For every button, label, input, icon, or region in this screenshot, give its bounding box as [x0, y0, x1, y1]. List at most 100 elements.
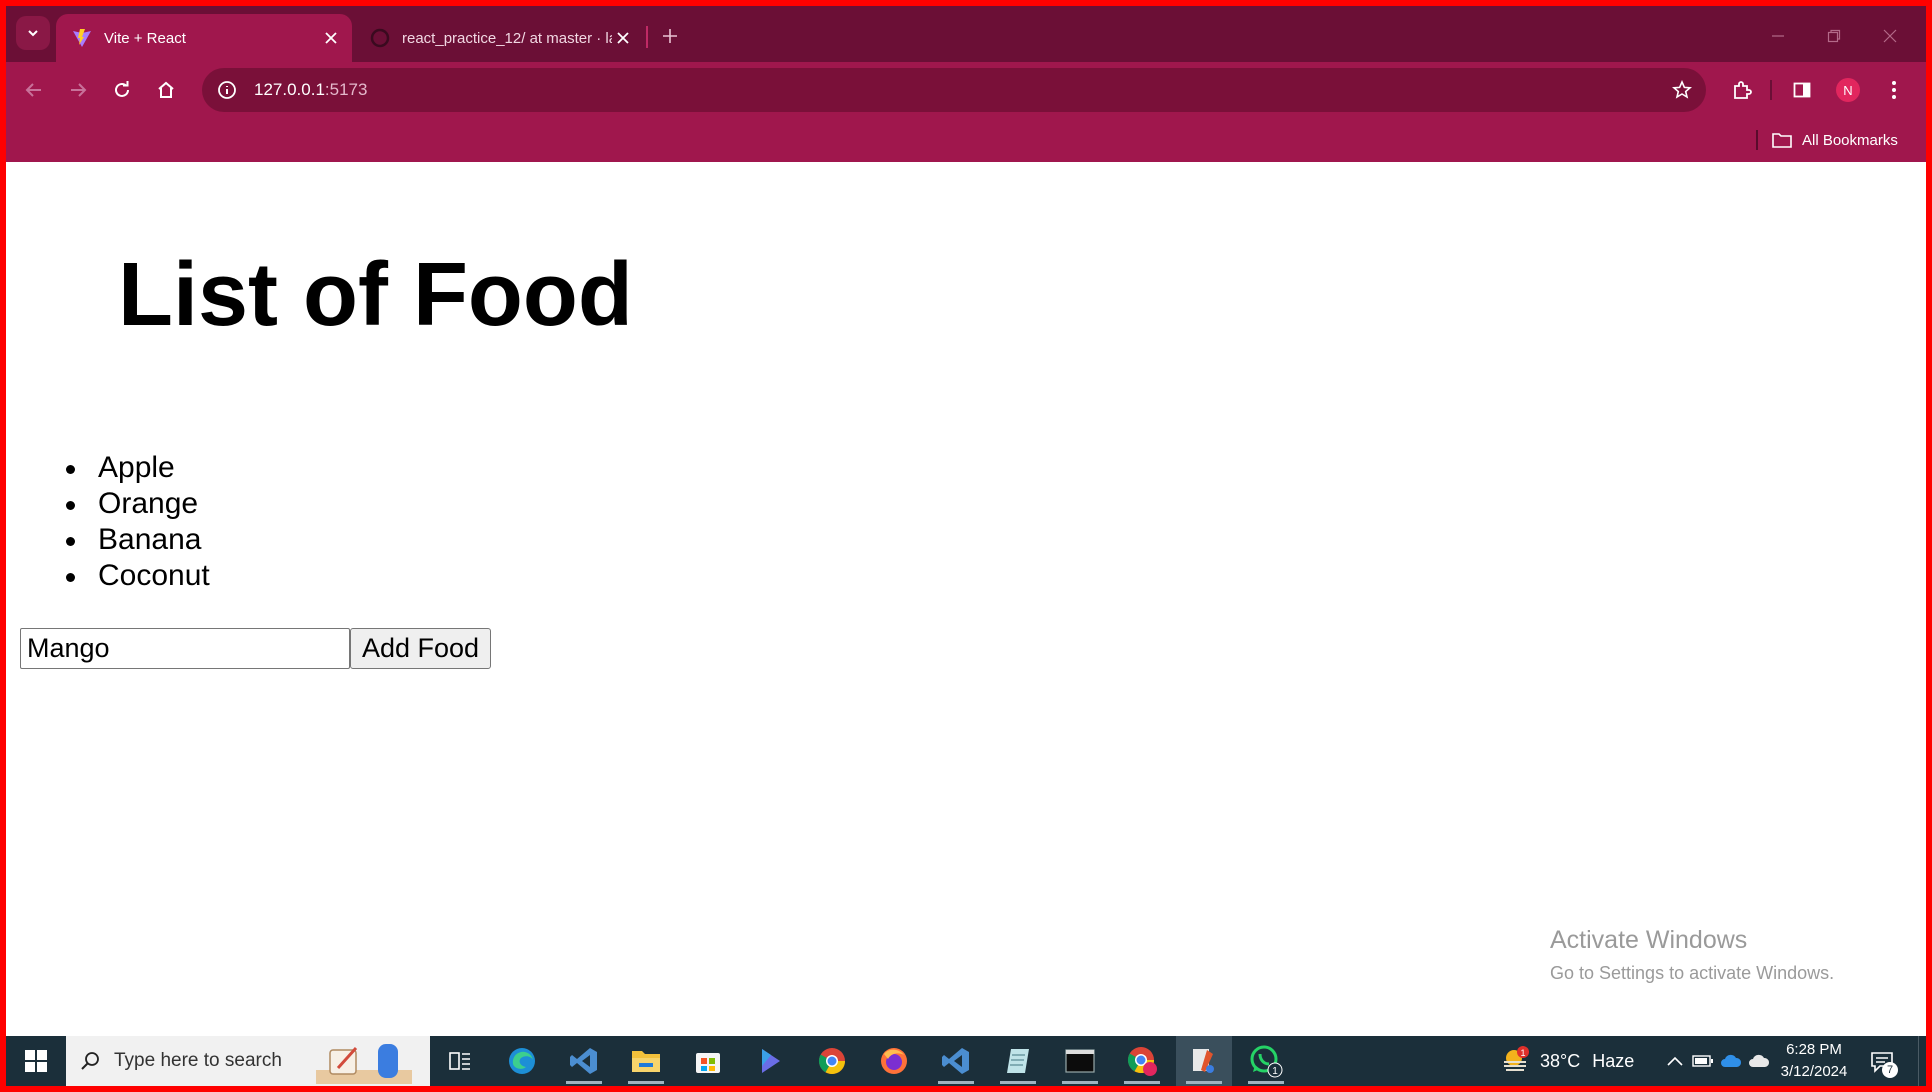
taskbar-clock[interactable]: 6:28 PM 3/12/2024	[1776, 1039, 1852, 1083]
taskbar-chrome-profile[interactable]	[1114, 1036, 1170, 1086]
copilot-icon	[762, 1049, 780, 1073]
home-button[interactable]	[148, 72, 184, 108]
taskbar-notepad[interactable]	[990, 1036, 1046, 1086]
forward-button[interactable]	[60, 72, 96, 108]
food-list: Apple Orange Banana Coconut	[66, 450, 210, 594]
taskbar-vscode[interactable]	[556, 1036, 612, 1086]
minimize-icon	[1772, 35, 1784, 37]
clock-time: 6:28 PM	[1786, 1041, 1842, 1058]
whatsapp-icon: 1	[1250, 1045, 1283, 1078]
url-host: 127.0.0.1	[254, 80, 325, 99]
notepad-icon	[1007, 1049, 1029, 1073]
taskbar-chrome[interactable]	[804, 1036, 860, 1086]
onedrive-personal-tray[interactable]	[1746, 1048, 1772, 1074]
address-bar[interactable]: 127.0.0.1:5173	[202, 68, 1706, 112]
reload-button[interactable]	[104, 72, 140, 108]
url-text: 127.0.0.1:5173	[254, 80, 367, 100]
show-desktop-button[interactable]	[1918, 1036, 1926, 1086]
plus-icon	[663, 29, 677, 43]
close-icon	[325, 32, 337, 44]
folder-icon	[1772, 133, 1792, 148]
show-hidden-icons-button[interactable]	[1662, 1048, 1688, 1074]
back-button[interactable]	[16, 72, 52, 108]
new-tab-button[interactable]	[656, 22, 684, 50]
tab-divider	[646, 26, 648, 48]
chevron-up-icon	[1667, 1056, 1683, 1066]
taskbar-copilot[interactable]	[742, 1036, 798, 1086]
list-item: Banana	[66, 522, 210, 558]
tab-search-button[interactable]	[16, 16, 50, 50]
all-bookmarks-button[interactable]: All Bookmarks	[1772, 126, 1898, 154]
bookmarks-separator	[1756, 130, 1758, 150]
notifications-button[interactable]: 7	[1866, 1046, 1898, 1078]
activate-windows-watermark: Activate Windows Go to Settings to activ…	[1550, 926, 1834, 984]
taskbar-whatsapp[interactable]: 1	[1238, 1036, 1294, 1086]
tab-title: Vite + React	[104, 29, 186, 47]
tab-vite-react[interactable]: Vite + React	[56, 14, 352, 62]
start-button[interactable]	[6, 1036, 66, 1086]
extensions-button[interactable]	[1724, 72, 1760, 108]
restore-button[interactable]	[1814, 18, 1854, 54]
clock-date: 3/12/2024	[1780, 1063, 1848, 1080]
search-highlight-illustration	[316, 1044, 412, 1084]
add-food-button[interactable]: Add Food	[350, 628, 491, 669]
taskbar-file-explorer[interactable]	[618, 1036, 674, 1086]
app-icon	[1193, 1049, 1214, 1073]
whatsapp-badge: 1	[1272, 1066, 1278, 1077]
windows-logo-icon	[25, 1050, 47, 1072]
chrome-icon	[818, 1048, 846, 1075]
restore-icon	[1827, 29, 1841, 43]
url-port: :5173	[324, 80, 368, 99]
chevron-down-icon	[28, 30, 38, 37]
page-viewport: List of Food Apple Orange Banana Coconut…	[6, 162, 1926, 1036]
battery-icon	[1692, 1055, 1713, 1067]
weather-alert-badge: 1	[1520, 1048, 1525, 1058]
taskbar: Type here to search 1 1 38°C Haze 6:28 P…	[6, 1036, 1926, 1086]
search-placeholder: Type here to search	[114, 1050, 282, 1071]
cloud-icon	[1721, 1054, 1742, 1067]
info-icon[interactable]	[216, 79, 238, 101]
toolbar-separator	[1770, 80, 1772, 100]
page-title: List of Food	[118, 245, 633, 345]
screen: Vite + React react_practice_12/ at maste…	[6, 6, 1926, 1086]
taskbar-terminal[interactable]	[1052, 1036, 1108, 1086]
tab-title: react_practice_12/ at master · la	[402, 29, 612, 47]
weather-widget[interactable]: 1 38°C Haze	[1500, 1036, 1634, 1086]
side-panel-button[interactable]	[1784, 72, 1820, 108]
browser-menu-button[interactable]	[1876, 72, 1912, 108]
battery-tray[interactable]	[1690, 1048, 1716, 1074]
taskbar-microsoft-store[interactable]	[680, 1036, 736, 1086]
notification-count: 7	[1882, 1062, 1898, 1078]
cloud-icon	[1749, 1054, 1770, 1067]
tab-close-button[interactable]	[320, 27, 342, 49]
weather-condition: Haze	[1592, 1050, 1635, 1071]
list-item: Orange	[66, 486, 210, 522]
browser-toolbar: 127.0.0.1:5173 N	[6, 62, 1926, 118]
vite-logo-icon	[73, 29, 91, 47]
bookmark-star-button[interactable]	[1668, 76, 1696, 104]
close-window-button[interactable]	[1870, 18, 1910, 54]
tab-strip: Vite + React react_practice_12/ at maste…	[6, 6, 1926, 62]
taskbar-edge[interactable]	[494, 1036, 550, 1086]
profile-avatar[interactable]: N	[1836, 78, 1860, 102]
all-bookmarks-label: All Bookmarks	[1802, 131, 1898, 149]
side-panel-icon	[1793, 82, 1811, 98]
minimize-button[interactable]	[1758, 18, 1798, 54]
vscode-icon	[942, 1048, 969, 1074]
tab-close-button[interactable]	[612, 27, 634, 49]
folder-icon	[632, 1051, 660, 1072]
taskbar-vscode-2[interactable]	[928, 1036, 984, 1086]
task-view-button[interactable]	[432, 1036, 488, 1086]
haze-weather-icon: 1	[1504, 1046, 1529, 1071]
close-icon	[617, 32, 629, 44]
tab-github[interactable]: react_practice_12/ at master · la	[358, 14, 644, 62]
taskbar-firefox[interactable]	[866, 1036, 922, 1086]
food-input[interactable]	[20, 628, 350, 669]
list-item: Apple	[66, 450, 210, 486]
onedrive-tray[interactable]	[1718, 1048, 1744, 1074]
taskbar-active-app[interactable]	[1176, 1036, 1232, 1086]
taskbar-search-box[interactable]: Type here to search	[66, 1036, 430, 1086]
star-icon	[1672, 80, 1692, 99]
github-icon	[370, 28, 390, 48]
watermark-title: Activate Windows	[1550, 926, 1748, 954]
